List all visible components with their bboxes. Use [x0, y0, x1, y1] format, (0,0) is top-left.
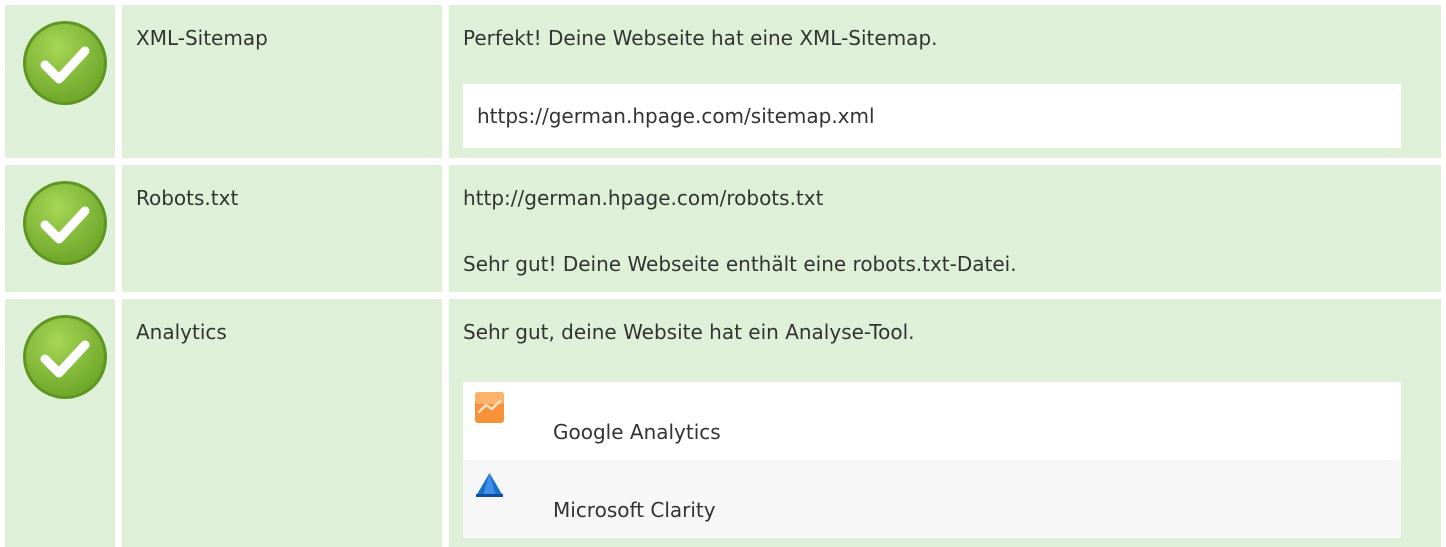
robots-url[interactable]: http://german.hpage.com/robots.txt — [463, 185, 823, 211]
tool-label: Microsoft Clarity — [553, 498, 716, 522]
check-name: Robots.txt — [136, 186, 239, 210]
check-circle-icon — [23, 315, 107, 399]
analytics-tool-item: Microsoft Clarity — [463, 460, 1401, 538]
result-cell: Sehr gut, deine Website hat ein Analyse-… — [449, 299, 1441, 547]
name-cell: XML-Sitemap — [122, 5, 442, 158]
google-analytics-icon — [475, 392, 504, 423]
check-row-analytics: Analytics Sehr gut, deine Website hat ei… — [0, 299, 1446, 547]
result-message: Perfekt! Deine Webseite hat eine XML-Sit… — [463, 26, 938, 50]
name-cell: Robots.txt — [122, 165, 442, 292]
seo-check-table: XML-Sitemap Perfekt! Deine Webseite hat … — [0, 0, 1446, 547]
microsoft-clarity-icon — [476, 473, 503, 497]
check-row-robots-txt: Robots.txt http://german.hpage.com/robot… — [0, 165, 1446, 292]
result-cell: Perfekt! Deine Webseite hat eine XML-Sit… — [449, 5, 1441, 158]
result-message: Sehr gut! Deine Webseite enthält eine ro… — [463, 252, 1017, 276]
status-cell — [5, 165, 115, 292]
check-circle-icon — [23, 181, 107, 265]
sitemap-url-box: https://german.hpage.com/sitemap.xml — [463, 84, 1401, 148]
status-cell — [5, 5, 115, 158]
analytics-tool-item: Google Analytics — [463, 382, 1401, 460]
check-name: Analytics — [136, 320, 227, 344]
tool-label: Google Analytics — [553, 420, 721, 444]
result-cell: http://german.hpage.com/robots.txt Sehr … — [449, 165, 1441, 292]
status-cell — [5, 299, 115, 547]
check-name: XML-Sitemap — [136, 26, 268, 50]
check-circle-icon — [23, 21, 107, 105]
check-row-xml-sitemap: XML-Sitemap Perfekt! Deine Webseite hat … — [0, 5, 1446, 158]
name-cell: Analytics — [122, 299, 442, 547]
sitemap-url[interactable]: https://german.hpage.com/sitemap.xml — [477, 103, 875, 129]
result-message: Sehr gut, deine Website hat ein Analyse-… — [463, 320, 915, 344]
